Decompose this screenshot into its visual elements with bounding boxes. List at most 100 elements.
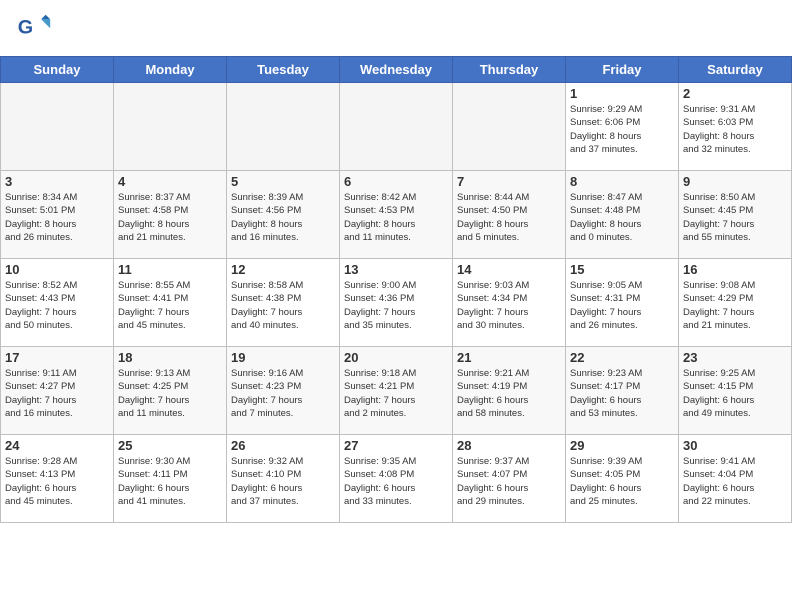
day-cell: 5 Sunrise: 8:39 AM Sunset: 4:56 PM Daylig… (227, 171, 340, 259)
day-number: 25 (118, 438, 222, 453)
day-number: 10 (5, 262, 109, 277)
day-cell: 20 Sunrise: 9:18 AM Sunset: 4:21 PM Dayli… (340, 347, 453, 435)
day-info: Sunrise: 8:39 AM Sunset: 4:56 PM Dayligh… (231, 191, 335, 244)
day-number: 20 (344, 350, 448, 365)
day-cell: 15Sunrise: 9:05 AM Sunset: 4:31 PM Dayli… (566, 259, 679, 347)
day-info: Sunrise: 8:55 AM Sunset: 4:41 PM Dayligh… (118, 279, 222, 332)
day-info: Sunrise: 9:32 AM Sunset: 4:10 PM Dayligh… (231, 455, 335, 508)
day-number: 5 (231, 174, 335, 189)
day-cell: 29 Sunrise: 9:39 AM Sunset: 4:05 PM Dayli… (566, 435, 679, 523)
weekday-header-tuesday: Tuesday (227, 57, 340, 83)
day-number: 29 (570, 438, 674, 453)
day-cell: 8Sunrise: 8:47 AM Sunset: 4:48 PM Daylig… (566, 171, 679, 259)
day-info: Sunrise: 9:00 AM Sunset: 4:36 PM Dayligh… (344, 279, 448, 332)
day-cell: 12 Sunrise: 8:58 AM Sunset: 4:38 PM Dayli… (227, 259, 340, 347)
day-cell: 10 Sunrise: 8:52 AM Sunset: 4:43 PM Dayli… (1, 259, 114, 347)
day-number: 23 (683, 350, 787, 365)
day-cell: 23 Sunrise: 9:25 AM Sunset: 4:15 PM Dayli… (679, 347, 792, 435)
day-cell: 18 Sunrise: 9:13 AM Sunset: 4:25 PM Dayli… (114, 347, 227, 435)
day-number: 17 (5, 350, 109, 365)
day-cell: 2 Sunrise: 9:31 AM Sunset: 6:03 PM Daylig… (679, 83, 792, 171)
day-info: Sunrise: 9:23 AM Sunset: 4:17 PM Dayligh… (570, 367, 674, 420)
day-cell: 26 Sunrise: 9:32 AM Sunset: 4:10 PM Dayli… (227, 435, 340, 523)
day-number: 2 (683, 86, 787, 101)
svg-text:G: G (18, 17, 33, 39)
day-info: Sunrise: 8:50 AM Sunset: 4:45 PM Dayligh… (683, 191, 787, 244)
logo: G (16, 12, 56, 48)
day-cell: 6 Sunrise: 8:42 AM Sunset: 4:53 PM Daylig… (340, 171, 453, 259)
day-cell: 22 Sunrise: 9:23 AM Sunset: 4:17 PM Dayli… (566, 347, 679, 435)
day-info: Sunrise: 9:37 AM Sunset: 4:07 PM Dayligh… (457, 455, 561, 508)
logo-icon: G (16, 12, 52, 48)
day-info: Sunrise: 9:39 AM Sunset: 4:05 PM Dayligh… (570, 455, 674, 508)
day-cell: 21 Sunrise: 9:21 AM Sunset: 4:19 PM Dayli… (453, 347, 566, 435)
day-cell: 28 Sunrise: 9:37 AM Sunset: 4:07 PM Dayli… (453, 435, 566, 523)
day-info: Sunrise: 9:08 AM Sunset: 4:29 PM Dayligh… (683, 279, 787, 332)
day-info: Sunrise: 9:18 AM Sunset: 4:21 PM Dayligh… (344, 367, 448, 420)
day-number: 6 (344, 174, 448, 189)
day-number: 21 (457, 350, 561, 365)
day-cell: 30 Sunrise: 9:41 AM Sunset: 4:04 PM Dayli… (679, 435, 792, 523)
day-cell (340, 83, 453, 171)
day-info: Sunrise: 9:03 AM Sunset: 4:34 PM Dayligh… (457, 279, 561, 332)
day-number: 22 (570, 350, 674, 365)
day-cell: 3 Sunrise: 8:34 AM Sunset: 5:01 PM Daylig… (1, 171, 114, 259)
day-info: Sunrise: 9:35 AM Sunset: 4:08 PM Dayligh… (344, 455, 448, 508)
calendar: SundayMondayTuesdayWednesdayThursdayFrid… (0, 56, 792, 523)
day-info: Sunrise: 9:28 AM Sunset: 4:13 PM Dayligh… (5, 455, 109, 508)
day-number: 27 (344, 438, 448, 453)
day-number: 3 (5, 174, 109, 189)
weekday-header-sunday: Sunday (1, 57, 114, 83)
day-cell: 7Sunrise: 8:44 AM Sunset: 4:50 PM Daylig… (453, 171, 566, 259)
day-cell (453, 83, 566, 171)
day-cell: 1 Sunrise: 9:29 AM Sunset: 6:06 PM Daylig… (566, 83, 679, 171)
day-number: 16 (683, 262, 787, 277)
weekday-header-monday: Monday (114, 57, 227, 83)
day-number: 30 (683, 438, 787, 453)
weekday-header-saturday: Saturday (679, 57, 792, 83)
day-info: Sunrise: 9:13 AM Sunset: 4:25 PM Dayligh… (118, 367, 222, 420)
day-number: 13 (344, 262, 448, 277)
day-number: 18 (118, 350, 222, 365)
day-cell: 13 Sunrise: 9:00 AM Sunset: 4:36 PM Dayli… (340, 259, 453, 347)
day-cell (1, 83, 114, 171)
day-info: Sunrise: 8:34 AM Sunset: 5:01 PM Dayligh… (5, 191, 109, 244)
day-cell: 16 Sunrise: 9:08 AM Sunset: 4:29 PM Dayli… (679, 259, 792, 347)
day-cell: 17 Sunrise: 9:11 AM Sunset: 4:27 PM Dayli… (1, 347, 114, 435)
day-cell: 19 Sunrise: 9:16 AM Sunset: 4:23 PM Dayli… (227, 347, 340, 435)
day-cell: 24 Sunrise: 9:28 AM Sunset: 4:13 PM Dayli… (1, 435, 114, 523)
day-info: Sunrise: 8:58 AM Sunset: 4:38 PM Dayligh… (231, 279, 335, 332)
day-info: Sunrise: 9:30 AM Sunset: 4:11 PM Dayligh… (118, 455, 222, 508)
day-info: Sunrise: 9:16 AM Sunset: 4:23 PM Dayligh… (231, 367, 335, 420)
day-cell: 4Sunrise: 8:37 AM Sunset: 4:58 PM Daylig… (114, 171, 227, 259)
day-number: 8 (570, 174, 674, 189)
day-cell (227, 83, 340, 171)
day-info: Sunrise: 8:52 AM Sunset: 4:43 PM Dayligh… (5, 279, 109, 332)
day-number: 7 (457, 174, 561, 189)
day-number: 24 (5, 438, 109, 453)
weekday-header-friday: Friday (566, 57, 679, 83)
day-info: Sunrise: 9:11 AM Sunset: 4:27 PM Dayligh… (5, 367, 109, 420)
day-cell (114, 83, 227, 171)
day-number: 11 (118, 262, 222, 277)
day-cell: 25 Sunrise: 9:30 AM Sunset: 4:11 PM Dayli… (114, 435, 227, 523)
weekday-header-wednesday: Wednesday (340, 57, 453, 83)
day-info: Sunrise: 9:21 AM Sunset: 4:19 PM Dayligh… (457, 367, 561, 420)
day-number: 28 (457, 438, 561, 453)
day-number: 4 (118, 174, 222, 189)
weekday-header-thursday: Thursday (453, 57, 566, 83)
day-number: 14 (457, 262, 561, 277)
day-number: 26 (231, 438, 335, 453)
day-info: Sunrise: 8:42 AM Sunset: 4:53 PM Dayligh… (344, 191, 448, 244)
day-cell: 9Sunrise: 8:50 AM Sunset: 4:45 PM Daylig… (679, 171, 792, 259)
day-number: 12 (231, 262, 335, 277)
day-cell: 11 Sunrise: 8:55 AM Sunset: 4:41 PM Dayli… (114, 259, 227, 347)
day-info: Sunrise: 9:29 AM Sunset: 6:06 PM Dayligh… (570, 103, 674, 156)
day-number: 1 (570, 86, 674, 101)
day-cell: 14 Sunrise: 9:03 AM Sunset: 4:34 PM Dayli… (453, 259, 566, 347)
day-number: 19 (231, 350, 335, 365)
day-info: Sunrise: 9:25 AM Sunset: 4:15 PM Dayligh… (683, 367, 787, 420)
day-info: Sunrise: 9:31 AM Sunset: 6:03 PM Dayligh… (683, 103, 787, 156)
day-info: Sunrise: 9:41 AM Sunset: 4:04 PM Dayligh… (683, 455, 787, 508)
day-cell: 27 Sunrise: 9:35 AM Sunset: 4:08 PM Dayli… (340, 435, 453, 523)
